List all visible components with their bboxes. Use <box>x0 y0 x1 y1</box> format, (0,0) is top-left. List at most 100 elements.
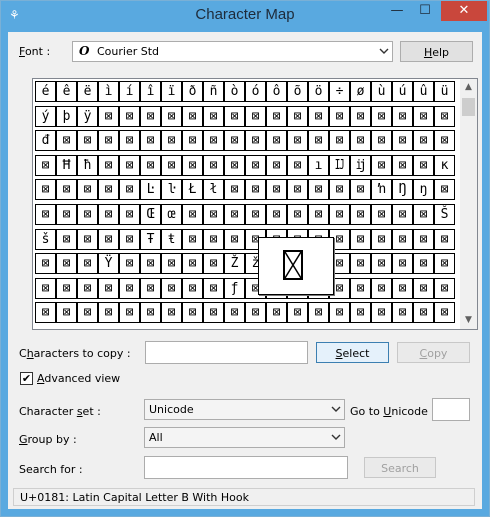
char-cell[interactable]: ⊠ <box>434 179 455 201</box>
char-cell[interactable]: ⊠ <box>350 204 371 225</box>
help-button[interactable]: Help <box>400 41 473 62</box>
characters-to-copy-input[interactable] <box>145 341 308 364</box>
char-cell[interactable]: ì <box>98 81 119 102</box>
char-cell[interactable]: ⊠ <box>140 277 161 299</box>
char-cell[interactable]: ⊠ <box>77 277 98 299</box>
char-cell[interactable]: ú <box>392 81 413 102</box>
char-cell[interactable]: ⊠ <box>77 204 98 225</box>
char-cell[interactable]: ⊠ <box>329 130 350 152</box>
char-cell[interactable]: Ž <box>224 253 245 275</box>
char-cell[interactable]: ⊠ <box>182 228 203 250</box>
char-cell[interactable]: ⊠ <box>245 179 266 201</box>
char-cell[interactable]: Œ <box>140 204 161 225</box>
scroll-thumb[interactable] <box>462 98 475 116</box>
char-cell[interactable]: é <box>35 81 56 102</box>
char-cell[interactable]: ŀ <box>161 179 182 201</box>
char-cell[interactable]: ⊠ <box>371 154 392 176</box>
char-cell[interactable]: ⊠ <box>392 130 413 152</box>
char-cell[interactable]: ħ <box>77 154 98 176</box>
char-cell[interactable]: ý <box>35 105 56 127</box>
char-cell[interactable]: ⊠ <box>203 253 224 275</box>
char-cell[interactable]: ⊠ <box>371 253 392 275</box>
char-cell[interactable]: ⊠ <box>161 154 182 176</box>
char-cell[interactable]: ⊠ <box>434 277 455 299</box>
char-cell[interactable]: ⊠ <box>245 130 266 152</box>
char-cell[interactable]: ⊠ <box>434 105 455 127</box>
char-cell[interactable]: ⊠ <box>287 179 308 201</box>
char-cell[interactable]: ò <box>224 81 245 102</box>
char-cell[interactable]: ⊠ <box>203 204 224 225</box>
char-cell[interactable]: œ <box>161 204 182 225</box>
char-cell[interactable]: ð <box>182 81 203 102</box>
char-cell[interactable]: ⊠ <box>287 154 308 176</box>
char-cell[interactable]: ö <box>308 81 329 102</box>
char-cell[interactable]: ⊠ <box>287 302 308 324</box>
char-cell[interactable]: ⊠ <box>413 253 434 275</box>
char-cell[interactable]: ŋ <box>413 179 434 201</box>
char-cell[interactable]: ⊠ <box>224 154 245 176</box>
char-cell[interactable]: ⊠ <box>35 253 56 275</box>
char-cell[interactable]: ⊠ <box>287 130 308 152</box>
char-cell[interactable]: ⊠ <box>203 130 224 152</box>
char-cell[interactable]: ŉ <box>371 179 392 201</box>
char-cell[interactable]: ⊠ <box>413 228 434 250</box>
char-cell[interactable]: ⊠ <box>119 105 140 127</box>
char-cell[interactable]: ⊠ <box>56 302 77 324</box>
char-cell[interactable]: ⊠ <box>119 130 140 152</box>
char-cell[interactable]: ⊠ <box>329 179 350 201</box>
char-cell[interactable]: ⊠ <box>287 204 308 225</box>
char-cell[interactable]: ⊠ <box>224 179 245 201</box>
char-cell[interactable]: ó <box>245 81 266 102</box>
char-cell[interactable]: ⊠ <box>392 277 413 299</box>
char-cell[interactable]: ⊠ <box>182 253 203 275</box>
char-cell[interactable]: ⊠ <box>308 105 329 127</box>
char-cell[interactable]: ⊠ <box>392 253 413 275</box>
char-cell[interactable]: ⊠ <box>413 130 434 152</box>
char-cell[interactable]: ⊠ <box>434 130 455 152</box>
search-button[interactable]: Search <box>364 457 436 478</box>
char-cell[interactable]: ⊠ <box>266 154 287 176</box>
char-cell[interactable]: ⊠ <box>329 302 350 324</box>
char-cell[interactable]: ⊠ <box>35 302 56 324</box>
char-cell[interactable]: ÷ <box>329 81 350 102</box>
char-cell[interactable]: ⊠ <box>245 105 266 127</box>
copy-button[interactable]: Copy <box>397 342 470 363</box>
char-cell[interactable]: Š <box>434 204 455 225</box>
close-button[interactable]: ✕ <box>441 1 487 21</box>
char-cell[interactable]: ⊠ <box>98 302 119 324</box>
char-cell[interactable]: ÿ <box>77 105 98 127</box>
char-cell[interactable]: ⊠ <box>119 277 140 299</box>
char-cell[interactable]: ⊠ <box>224 302 245 324</box>
char-cell[interactable]: ⊠ <box>371 130 392 152</box>
char-cell[interactable]: ⊠ <box>161 253 182 275</box>
title-bar[interactable]: ⚘ Character Map — ☐ ✕ <box>1 1 489 31</box>
char-cell[interactable]: ⊠ <box>35 154 56 176</box>
char-cell[interactable]: ⊠ <box>266 105 287 127</box>
char-cell[interactable]: ⊠ <box>35 179 56 201</box>
advanced-view-checkbox[interactable]: ✔ <box>20 372 33 385</box>
char-cell[interactable]: ⊠ <box>203 154 224 176</box>
char-cell[interactable]: ⊠ <box>98 204 119 225</box>
char-cell[interactable]: ⊠ <box>434 302 455 324</box>
char-cell[interactable]: ⊠ <box>77 253 98 275</box>
char-cell[interactable]: ⊠ <box>161 302 182 324</box>
char-cell[interactable]: ⊠ <box>161 130 182 152</box>
char-cell[interactable]: ⊠ <box>182 154 203 176</box>
char-cell[interactable]: ⊠ <box>119 154 140 176</box>
char-cell[interactable]: ⊠ <box>98 277 119 299</box>
char-cell[interactable]: ł <box>203 179 224 201</box>
char-cell[interactable]: ⊠ <box>56 228 77 250</box>
search-input[interactable] <box>144 456 348 479</box>
char-cell[interactable]: ⊠ <box>56 179 77 201</box>
char-cell[interactable]: ⊠ <box>77 179 98 201</box>
char-cell[interactable]: ƒ <box>224 277 245 299</box>
char-cell[interactable]: ⊠ <box>434 253 455 275</box>
char-cell[interactable]: ⊠ <box>245 154 266 176</box>
char-cell[interactable]: ⊠ <box>413 277 434 299</box>
char-cell[interactable]: ï <box>161 81 182 102</box>
char-cell[interactable]: ⊠ <box>182 105 203 127</box>
char-cell[interactable]: ⊠ <box>98 130 119 152</box>
char-cell[interactable]: ⊠ <box>98 154 119 176</box>
font-dropdown[interactable]: O Courier Std <box>72 41 393 62</box>
char-cell[interactable]: ⊠ <box>182 130 203 152</box>
